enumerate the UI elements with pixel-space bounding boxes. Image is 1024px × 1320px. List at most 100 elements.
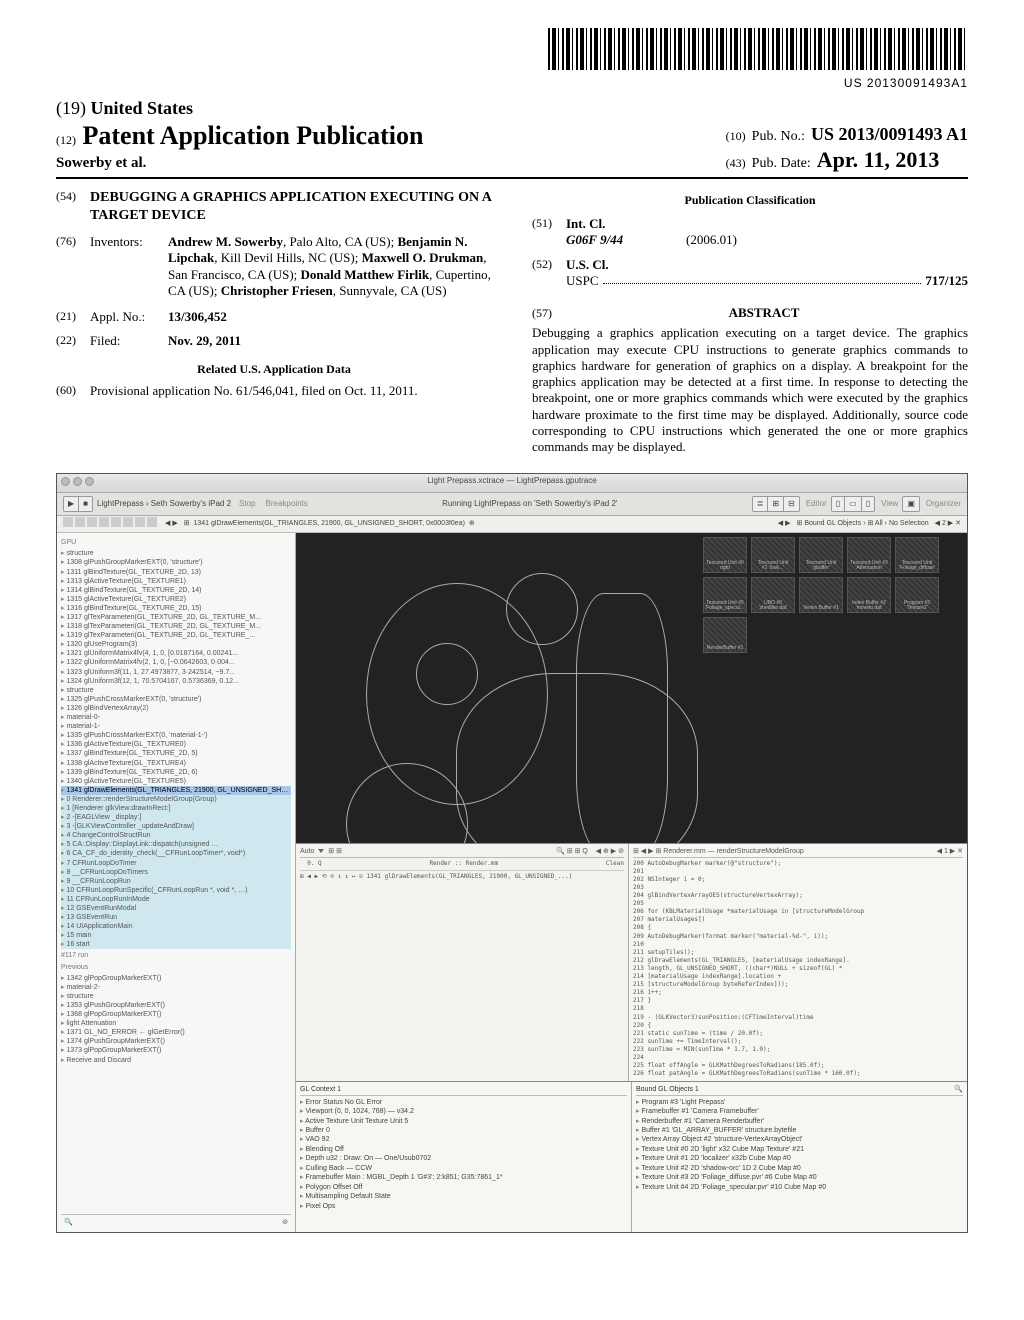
navigator-search-input[interactable] [76, 1218, 279, 1227]
bound-object-row[interactable]: Program #3 'Light Prepass' [636, 1098, 963, 1107]
variables-view[interactable]: Auto ⊞ ⊞ 🔍 ⊞ ⊞ Q ◀ ⊕ ▶ ⊘ 0. Q Render :: … [296, 844, 628, 1081]
tree-row[interactable]: 15 main [61, 931, 291, 940]
tree-row[interactable]: 12 GSEventRunModal [61, 904, 291, 913]
tree-row[interactable]: 1338 glActiveTexture(GL_TEXTURE4) [61, 759, 291, 768]
gl-context-row[interactable]: Multisampling Default State [300, 1192, 627, 1201]
bound-object-row[interactable]: Texture Unit #1 2D 'localizer' x32b Cube… [636, 1154, 963, 1163]
tree-row[interactable]: 1313 glActiveTexture(GL_TEXTURE1) [61, 577, 291, 586]
tree-row[interactable]: 1368 glPopGroupMarkerEXT() [61, 1010, 291, 1019]
tree-row[interactable]: 1341 glDrawElements(GL_TRIANGLES, 21900,… [61, 786, 291, 795]
gl-canvas-preview[interactable]: Texcoord Unit #0rightTexcoord Unit#1 'lo… [296, 533, 967, 843]
gl-context-row[interactable]: Depth u32 : Draw: On — One/Usub0702 [300, 1154, 627, 1163]
thumbnail[interactable]: Texcoord Unit #3'Attenuation' [847, 537, 891, 573]
bound-objects-thumbnails[interactable]: Texcoord Unit #0rightTexcoord Unit#1 'lo… [703, 537, 963, 653]
gl-context-pane[interactable]: GL Context 1 Error Status No GL ErrorVie… [296, 1082, 632, 1232]
tree-row[interactable]: 1371 GL_NO_ERROR ← glGetError() [61, 1028, 291, 1037]
thumbnail[interactable]: Texcoord Unit#1 'look...' [751, 537, 795, 573]
tree-row[interactable]: 1318 glTexParameteri(GL_TEXTURE_2D, GL_T… [61, 622, 291, 631]
bound-object-row[interactable]: Texture Unit #3 2D 'Foliage_diffuse.pvr'… [636, 1173, 963, 1182]
tree-row[interactable]: 6 CA_CF_do_identity_check(__CFRunLoopTim… [61, 849, 291, 858]
assistant-selector[interactable]: ⊞ Bound GL Objects › ⊞ All › No Selectio… [797, 520, 929, 529]
tree-row[interactable]: 1322 glUniformMatrix4fv(2, 1, 0, [−0.064… [61, 658, 291, 667]
tree-row[interactable]: structure [61, 549, 291, 558]
tree-row[interactable]: 1317 glTexParameteri(GL_TEXTURE_2D, GL_T… [61, 613, 291, 622]
view-segmented[interactable]: ▯▭▯ [831, 496, 875, 512]
thumbnail[interactable]: Texcoord Unit'Foliage_diffuse' [895, 537, 939, 573]
run-stop-control[interactable]: ▶■ [63, 496, 93, 512]
bound-object-row[interactable]: Vertex Array Object #2 'structure-Vertex… [636, 1135, 963, 1144]
tree-row[interactable]: 11 CFRunLoopRunInMode [61, 895, 291, 904]
gl-context-row[interactable]: Buffer 0 [300, 1126, 627, 1135]
navigator-search[interactable]: 🔍 ⊘ [61, 1214, 291, 1229]
tree-row[interactable]: 1324 glUniform3f(12, 1, 70.5704167, 0.57… [61, 677, 291, 686]
tree-row[interactable]: 13 GSEventRun [61, 913, 291, 922]
tree-row[interactable]: material-1- [61, 722, 291, 731]
tree-row[interactable]: 1337 glBindTexture(GL_TEXTURE_2D, 5) [61, 749, 291, 758]
tree-row[interactable]: structure [61, 992, 291, 1001]
thumbnail[interactable]: Texcoord Unit #0right [703, 537, 747, 573]
thumbnail[interactable]: Index Buffer #2'moveto.dat' [847, 577, 891, 613]
search-clear-icon[interactable]: ⊘ [282, 1218, 288, 1227]
tree-row[interactable]: 1319 glTexParameteri(GL_TEXTURE_2D, GL_T… [61, 631, 291, 640]
tree-row[interactable]: 1314 glBindTexture(GL_TEXTURE_2D, 14) [61, 586, 291, 595]
gl-context-row[interactable]: Viewport (0, 0, 1024, 768) — v34.2 [300, 1107, 627, 1116]
debug-navigator[interactable]: GPUstructure 1308 glPushGroupMarkerEXT(0… [57, 533, 296, 1232]
tree-row[interactable]: 1323 glUniform3f(11, 1, 27.4973877, 3·24… [61, 668, 291, 677]
tree-row[interactable]: 1374 glPushGroupMarkerEXT() [61, 1037, 291, 1046]
tree-row[interactable]: 14 UIApplicationMain [61, 922, 291, 931]
tree-row[interactable]: material-2- [61, 983, 291, 992]
jump-bar-path[interactable]: ⊞ 1341 glDrawElements(GL_TRIANGLES, 2190… [184, 520, 772, 529]
navigator-icons[interactable] [63, 517, 159, 531]
bound-object-row[interactable]: Framebuffer #1 'Camera Framebuffer' [636, 1107, 963, 1116]
tree-row[interactable]: 0 Renderer::renderStructureModelGroup(Gr… [61, 795, 291, 804]
organizer-button[interactable]: ▣ [902, 496, 920, 512]
tree-row[interactable]: 7 CFRunLoopDoTimer [61, 859, 291, 868]
tree-row[interactable]: 5 CA::Display::DisplayLink::dispatch(uns… [61, 840, 291, 849]
gl-context-row[interactable]: Culling Back — CCW [300, 1164, 627, 1173]
bound-object-row[interactable]: Texture Unit #4 2D 'Foliage_specular.pvr… [636, 1183, 963, 1192]
tree-row[interactable]: 1373 glPopGroupMarkerEXT() [61, 1046, 291, 1055]
traffic-lights[interactable] [61, 477, 94, 486]
gl-context-row[interactable]: Pixel Ops [300, 1202, 627, 1211]
bound-gl-objects-pane[interactable]: Bound GL Objects 1🔍 Program #3 'Light Pr… [632, 1082, 967, 1232]
tree-row[interactable]: 1336 glActiveTexture(GL_TEXTURE0) [61, 740, 291, 749]
tree-row[interactable]: 1315 glActiveTexture(GL_TEXTURE2) [61, 595, 291, 604]
tree-row[interactable]: 1326 glBindVertexArray(2) [61, 704, 291, 713]
tree-row[interactable]: 1308 glPushGroupMarkerEXT(0, 'structure'… [61, 558, 291, 567]
gl-context-row[interactable]: Active Texture Unit Texture Unit 5 [300, 1117, 627, 1126]
tree-row[interactable]: material-0- [61, 713, 291, 722]
tree-row[interactable]: 1353 glPushGroupMarkerEXT() [61, 1001, 291, 1010]
tree-row[interactable]: 1 [Renderer glkView:drawInRect:] [61, 804, 291, 813]
tree-row[interactable]: 1325 glPushCrossMarkerEXT(0, 'structure'… [61, 695, 291, 704]
tree-row[interactable]: light Attenuation [61, 1019, 291, 1028]
tree-row[interactable]: 3 -[GLKViewController _updateAndDraw] [61, 822, 291, 831]
tree-row[interactable]: Receive and Discard [61, 1056, 291, 1065]
thumbnail[interactable]: Vertex Buffer #1 [799, 577, 843, 613]
tree-row[interactable]: 1335 glPushCrossMarkerEXT(0, 'material-1… [61, 731, 291, 740]
tree-row[interactable]: 1316 glBindTexture(GL_TEXTURE_2D, 15) [61, 604, 291, 613]
gl-context-row[interactable]: Polygon Offset Off [300, 1183, 627, 1192]
thumbnail[interactable]: UBO #0'shedlike.dat' [751, 577, 795, 613]
scheme-selector[interactable]: LightPrepass › Seth Sowerby's iPad 2 [97, 499, 231, 509]
tree-row[interactable]: 1342 glPopGroupMarkerEXT() [61, 974, 291, 983]
bound-object-row[interactable]: Texture Unit #0 2D 'light' x32 Cube Map … [636, 1145, 963, 1154]
bound-object-row[interactable]: Texture Unit #2 2D 'shadow-orc' 1D 2 Cub… [636, 1164, 963, 1173]
thumbnail[interactable]: Program #3'Texture2' [895, 577, 939, 613]
tree-row[interactable]: 1321 glUniformMatrix4fv(4, 1, 0, [0.0187… [61, 649, 291, 658]
thumbnail[interactable]: Texcoord Unit #5'Foliage_specul...' [703, 577, 747, 613]
gl-context-row[interactable]: Error Status No GL Error [300, 1098, 627, 1107]
tree-row[interactable]: 1340 glActiveTexture(GL_TEXTURE5) [61, 777, 291, 786]
gl-context-row[interactable]: VAO 92 [300, 1135, 627, 1144]
editor-segmented[interactable]: ≣⊞⊟ [752, 496, 800, 512]
tree-row[interactable]: 2 -[EAGLView _display:] [61, 813, 291, 822]
thumbnail[interactable]: RenderBuffer #1 [703, 617, 747, 653]
bound-object-row[interactable]: Buffer #1 'GL_ARRAY_BUFFER' structure.by… [636, 1126, 963, 1135]
gl-context-row[interactable]: Blending Off [300, 1145, 627, 1154]
tree-row[interactable]: 4 ChangeControlStructRun [61, 831, 291, 840]
thumbnail[interactable]: Texcoord Unit'gbuffer' [799, 537, 843, 573]
source-editor[interactable]: ⊞ ◀ ▶ ⊞ Renderer.mm — renderStructureMod… [628, 844, 967, 1081]
tree-row[interactable]: 1320 glUseProgram(3) [61, 640, 291, 649]
tree-row[interactable]: 16 start [61, 940, 291, 949]
tree-row[interactable]: 1339 glBindTexture(GL_TEXTURE_2D, 6) [61, 768, 291, 777]
bound-object-row[interactable]: Renderbuffer #1 'Camera Renderbuffer' [636, 1117, 963, 1126]
